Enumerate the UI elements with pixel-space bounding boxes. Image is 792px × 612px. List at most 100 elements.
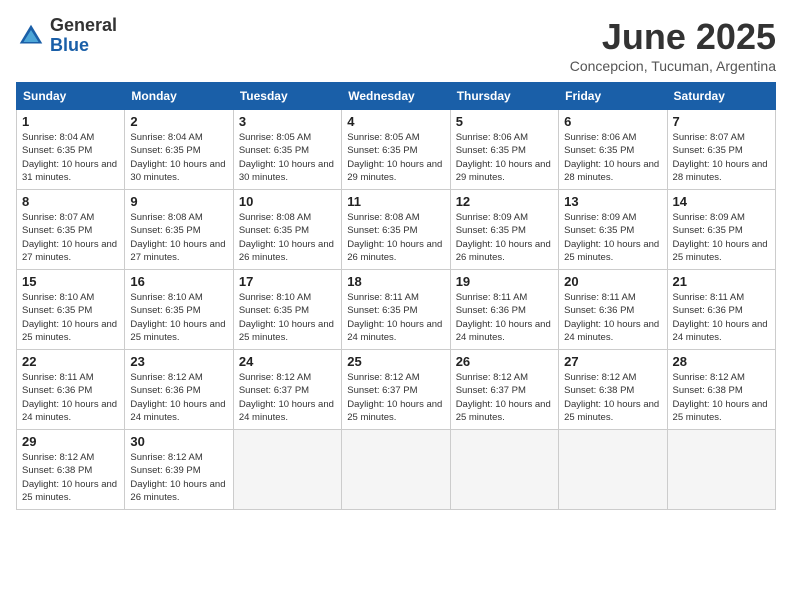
calendar: Sunday Monday Tuesday Wednesday Thursday… [16, 82, 776, 510]
calendar-cell: 26 Sunrise: 8:12 AMSunset: 6:37 PMDaylig… [450, 350, 558, 430]
calendar-cell: 18 Sunrise: 8:11 AMSunset: 6:35 PMDaylig… [342, 270, 450, 350]
calendar-cell [667, 430, 775, 510]
day-number: 5 [456, 114, 553, 129]
day-number: 26 [456, 354, 553, 369]
day-number: 18 [347, 274, 444, 289]
calendar-cell [342, 430, 450, 510]
calendar-cell: 5 Sunrise: 8:06 AMSunset: 6:35 PMDayligh… [450, 110, 558, 190]
col-thursday: Thursday [450, 83, 558, 110]
day-info: Sunrise: 8:11 AMSunset: 6:36 PMDaylight:… [456, 291, 553, 344]
day-number: 28 [673, 354, 770, 369]
day-info: Sunrise: 8:07 AMSunset: 6:35 PMDaylight:… [673, 131, 770, 184]
day-info: Sunrise: 8:12 AMSunset: 6:37 PMDaylight:… [456, 371, 553, 424]
day-info: Sunrise: 8:12 AMSunset: 6:37 PMDaylight:… [239, 371, 336, 424]
calendar-cell: 17 Sunrise: 8:10 AMSunset: 6:35 PMDaylig… [233, 270, 341, 350]
day-number: 7 [673, 114, 770, 129]
day-number: 12 [456, 194, 553, 209]
day-number: 22 [22, 354, 119, 369]
day-info: Sunrise: 8:04 AMSunset: 6:35 PMDaylight:… [22, 131, 119, 184]
calendar-cell: 10 Sunrise: 8:08 AMSunset: 6:35 PMDaylig… [233, 190, 341, 270]
col-tuesday: Tuesday [233, 83, 341, 110]
day-info: Sunrise: 8:08 AMSunset: 6:35 PMDaylight:… [347, 211, 444, 264]
header: General Blue June 2025 Concepcion, Tucum… [16, 16, 776, 74]
col-saturday: Saturday [667, 83, 775, 110]
title-section: June 2025 Concepcion, Tucuman, Argentina [570, 16, 776, 74]
calendar-cell: 7 Sunrise: 8:07 AMSunset: 6:35 PMDayligh… [667, 110, 775, 190]
calendar-cell [233, 430, 341, 510]
day-number: 17 [239, 274, 336, 289]
calendar-cell: 21 Sunrise: 8:11 AMSunset: 6:36 PMDaylig… [667, 270, 775, 350]
calendar-cell: 3 Sunrise: 8:05 AMSunset: 6:35 PMDayligh… [233, 110, 341, 190]
day-info: Sunrise: 8:12 AMSunset: 6:39 PMDaylight:… [130, 451, 227, 504]
day-info: Sunrise: 8:04 AMSunset: 6:35 PMDaylight:… [130, 131, 227, 184]
calendar-cell [559, 430, 667, 510]
calendar-cell: 29 Sunrise: 8:12 AMSunset: 6:38 PMDaylig… [17, 430, 125, 510]
day-number: 13 [564, 194, 661, 209]
day-number: 24 [239, 354, 336, 369]
day-number: 15 [22, 274, 119, 289]
day-info: Sunrise: 8:06 AMSunset: 6:35 PMDaylight:… [456, 131, 553, 184]
day-number: 27 [564, 354, 661, 369]
day-info: Sunrise: 8:08 AMSunset: 6:35 PMDaylight:… [130, 211, 227, 264]
calendar-cell: 16 Sunrise: 8:10 AMSunset: 6:35 PMDaylig… [125, 270, 233, 350]
calendar-cell: 24 Sunrise: 8:12 AMSunset: 6:37 PMDaylig… [233, 350, 341, 430]
calendar-cell: 23 Sunrise: 8:12 AMSunset: 6:36 PMDaylig… [125, 350, 233, 430]
day-number: 10 [239, 194, 336, 209]
day-number: 29 [22, 434, 119, 449]
day-info: Sunrise: 8:12 AMSunset: 6:38 PMDaylight:… [673, 371, 770, 424]
day-info: Sunrise: 8:10 AMSunset: 6:35 PMDaylight:… [22, 291, 119, 344]
col-wednesday: Wednesday [342, 83, 450, 110]
day-number: 20 [564, 274, 661, 289]
day-info: Sunrise: 8:12 AMSunset: 6:37 PMDaylight:… [347, 371, 444, 424]
day-info: Sunrise: 8:10 AMSunset: 6:35 PMDaylight:… [130, 291, 227, 344]
month-title: June 2025 [570, 16, 776, 58]
day-info: Sunrise: 8:11 AMSunset: 6:36 PMDaylight:… [673, 291, 770, 344]
day-number: 14 [673, 194, 770, 209]
calendar-cell: 30 Sunrise: 8:12 AMSunset: 6:39 PMDaylig… [125, 430, 233, 510]
calendar-cell: 1 Sunrise: 8:04 AMSunset: 6:35 PMDayligh… [17, 110, 125, 190]
day-info: Sunrise: 8:10 AMSunset: 6:35 PMDaylight:… [239, 291, 336, 344]
calendar-cell: 9 Sunrise: 8:08 AMSunset: 6:35 PMDayligh… [125, 190, 233, 270]
calendar-cell: 12 Sunrise: 8:09 AMSunset: 6:35 PMDaylig… [450, 190, 558, 270]
day-number: 9 [130, 194, 227, 209]
calendar-header-row: Sunday Monday Tuesday Wednesday Thursday… [17, 83, 776, 110]
calendar-week-row: 29 Sunrise: 8:12 AMSunset: 6:38 PMDaylig… [17, 430, 776, 510]
day-number: 1 [22, 114, 119, 129]
calendar-cell: 19 Sunrise: 8:11 AMSunset: 6:36 PMDaylig… [450, 270, 558, 350]
col-sunday: Sunday [17, 83, 125, 110]
calendar-cell: 4 Sunrise: 8:05 AMSunset: 6:35 PMDayligh… [342, 110, 450, 190]
calendar-cell: 27 Sunrise: 8:12 AMSunset: 6:38 PMDaylig… [559, 350, 667, 430]
calendar-cell: 13 Sunrise: 8:09 AMSunset: 6:35 PMDaylig… [559, 190, 667, 270]
day-info: Sunrise: 8:12 AMSunset: 6:38 PMDaylight:… [22, 451, 119, 504]
calendar-cell: 20 Sunrise: 8:11 AMSunset: 6:36 PMDaylig… [559, 270, 667, 350]
logo-general: General [50, 16, 117, 36]
day-number: 4 [347, 114, 444, 129]
logo-text: General Blue [50, 16, 117, 56]
calendar-cell: 6 Sunrise: 8:06 AMSunset: 6:35 PMDayligh… [559, 110, 667, 190]
day-info: Sunrise: 8:09 AMSunset: 6:35 PMDaylight:… [456, 211, 553, 264]
calendar-cell: 28 Sunrise: 8:12 AMSunset: 6:38 PMDaylig… [667, 350, 775, 430]
calendar-cell: 25 Sunrise: 8:12 AMSunset: 6:37 PMDaylig… [342, 350, 450, 430]
calendar-cell: 22 Sunrise: 8:11 AMSunset: 6:36 PMDaylig… [17, 350, 125, 430]
calendar-cell: 14 Sunrise: 8:09 AMSunset: 6:35 PMDaylig… [667, 190, 775, 270]
day-info: Sunrise: 8:05 AMSunset: 6:35 PMDaylight:… [239, 131, 336, 184]
day-number: 6 [564, 114, 661, 129]
col-friday: Friday [559, 83, 667, 110]
calendar-week-row: 15 Sunrise: 8:10 AMSunset: 6:35 PMDaylig… [17, 270, 776, 350]
col-monday: Monday [125, 83, 233, 110]
day-number: 16 [130, 274, 227, 289]
calendar-cell: 8 Sunrise: 8:07 AMSunset: 6:35 PMDayligh… [17, 190, 125, 270]
day-info: Sunrise: 8:09 AMSunset: 6:35 PMDaylight:… [564, 211, 661, 264]
day-info: Sunrise: 8:12 AMSunset: 6:36 PMDaylight:… [130, 371, 227, 424]
calendar-cell: 15 Sunrise: 8:10 AMSunset: 6:35 PMDaylig… [17, 270, 125, 350]
day-info: Sunrise: 8:11 AMSunset: 6:36 PMDaylight:… [564, 291, 661, 344]
day-info: Sunrise: 8:12 AMSunset: 6:38 PMDaylight:… [564, 371, 661, 424]
day-number: 8 [22, 194, 119, 209]
day-number: 11 [347, 194, 444, 209]
calendar-week-row: 22 Sunrise: 8:11 AMSunset: 6:36 PMDaylig… [17, 350, 776, 430]
calendar-cell [450, 430, 558, 510]
calendar-week-row: 8 Sunrise: 8:07 AMSunset: 6:35 PMDayligh… [17, 190, 776, 270]
day-info: Sunrise: 8:11 AMSunset: 6:35 PMDaylight:… [347, 291, 444, 344]
day-number: 21 [673, 274, 770, 289]
day-info: Sunrise: 8:06 AMSunset: 6:35 PMDaylight:… [564, 131, 661, 184]
